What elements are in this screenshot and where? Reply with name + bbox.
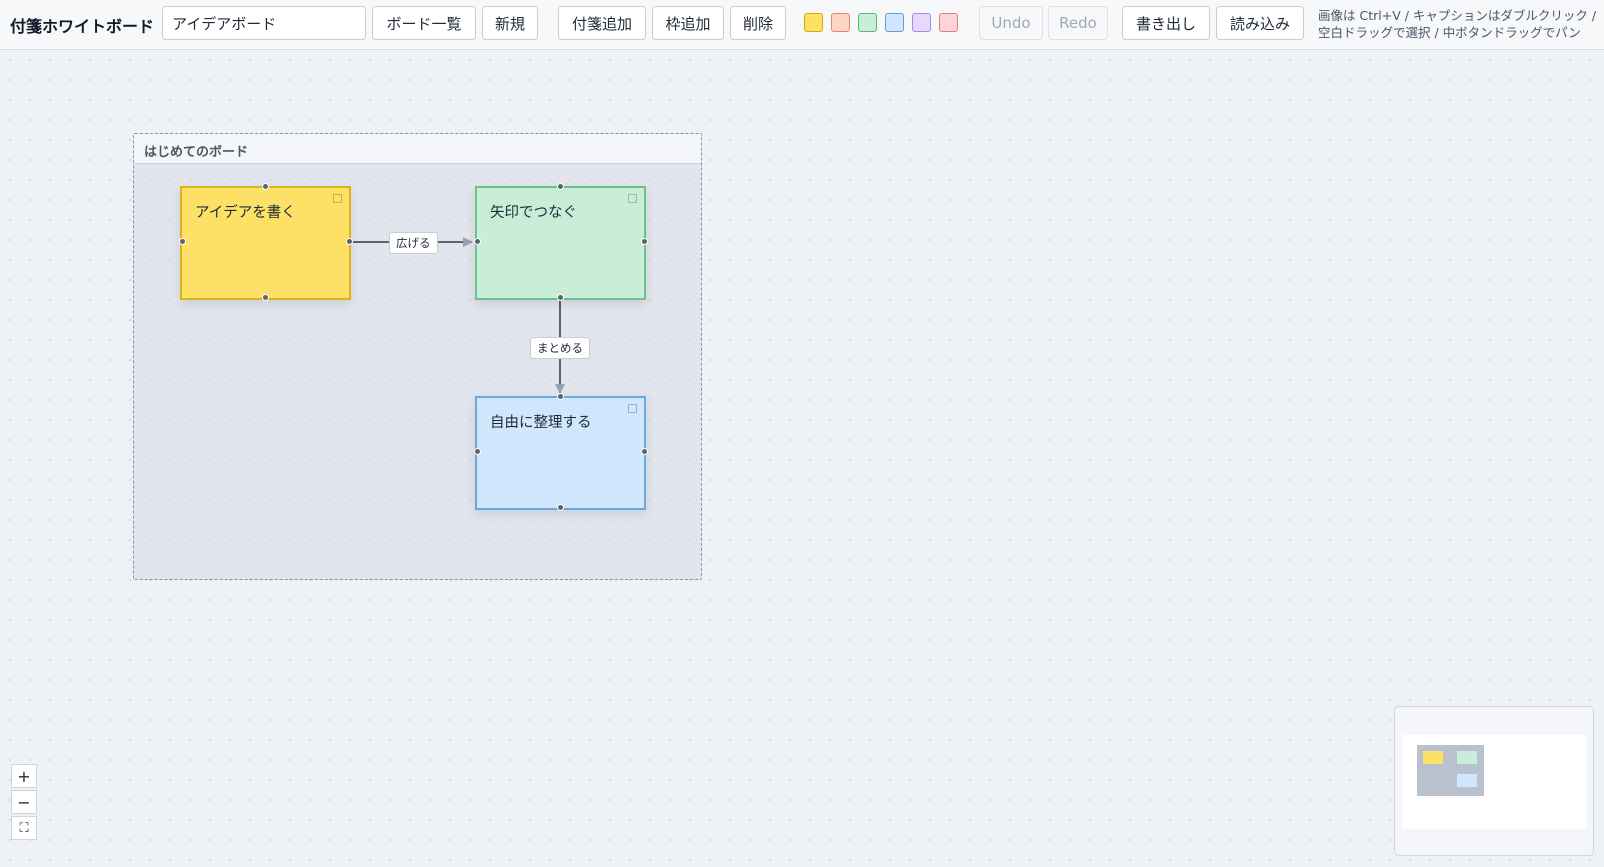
- export-button[interactable]: 書き出し: [1122, 6, 1210, 40]
- help-line-2: 空白ドラッグで選択 / 中ボタンドラッグでパン: [1318, 25, 1581, 40]
- connection-handle[interactable]: [262, 294, 269, 301]
- color-swatch-orange[interactable]: [831, 13, 850, 32]
- note-text[interactable]: アイデアを書く: [195, 201, 296, 222]
- redo-button[interactable]: Redo: [1048, 6, 1108, 40]
- color-swatch-pink[interactable]: [939, 13, 958, 32]
- connection-handle[interactable]: [557, 393, 564, 400]
- undo-button[interactable]: Undo: [979, 6, 1043, 40]
- connection-handle[interactable]: [557, 294, 564, 301]
- minimap-viewport: [1402, 735, 1586, 829]
- board-canvas[interactable]: はじめてのボード アイデアを書く 矢印でつなぐ 自由に整理する 広げる まとめる: [0, 50, 1604, 867]
- sticky-note[interactable]: 矢印でつなぐ: [475, 186, 646, 300]
- import-button[interactable]: 読み込み: [1216, 6, 1304, 40]
- color-swatch-yellow[interactable]: [804, 13, 823, 32]
- new-board-button[interactable]: 新規: [482, 6, 538, 40]
- delete-button[interactable]: 削除: [730, 6, 786, 40]
- frame-title[interactable]: はじめてのボード: [134, 134, 701, 164]
- toolbar: 付箋ホワイトボード ボード一覧 新規 付箋追加 枠追加 削除 Undo Redo…: [0, 0, 1604, 50]
- connection-handle[interactable]: [474, 448, 481, 455]
- zoom-out-button[interactable]: −: [11, 790, 37, 814]
- edge-label[interactable]: 広げる: [389, 232, 438, 254]
- connection-handle[interactable]: [557, 183, 564, 190]
- fit-view-icon[interactable]: ⛶: [11, 816, 37, 840]
- help-text: 画像は Ctrl+V / キャプションはダブルクリック / 空白ドラッグで選択 …: [1318, 7, 1596, 41]
- color-swatch-purple[interactable]: [912, 13, 931, 32]
- note-text[interactable]: 自由に整理する: [490, 411, 592, 432]
- connection-handle[interactable]: [474, 238, 481, 245]
- connection-handle[interactable]: [346, 238, 353, 245]
- minimap[interactable]: [1394, 706, 1594, 856]
- note-menu-icon[interactable]: [628, 194, 637, 203]
- note-menu-icon[interactable]: [333, 194, 342, 203]
- add-note-button[interactable]: 付箋追加: [558, 6, 646, 40]
- app-title: 付箋ホワイトボード: [10, 17, 155, 36]
- minimap-note: [1457, 774, 1477, 787]
- add-frame-button[interactable]: 枠追加: [652, 6, 724, 40]
- connection-handle[interactable]: [179, 238, 186, 245]
- sticky-note[interactable]: アイデアを書く: [180, 186, 351, 300]
- note-text[interactable]: 矢印でつなぐ: [490, 201, 577, 222]
- zoom-in-button[interactable]: +: [11, 764, 37, 788]
- edge-label[interactable]: まとめる: [530, 337, 590, 359]
- sticky-note[interactable]: 自由に整理する: [475, 396, 646, 510]
- board-name-input[interactable]: [162, 6, 366, 40]
- note-menu-icon[interactable]: [628, 404, 637, 413]
- minimap-note: [1457, 751, 1477, 764]
- connection-handle[interactable]: [262, 183, 269, 190]
- connection-handle[interactable]: [557, 504, 564, 511]
- minimap-note: [1423, 751, 1443, 764]
- board-list-button[interactable]: ボード一覧: [372, 6, 476, 40]
- help-line-1: 画像は Ctrl+V / キャプションはダブルクリック /: [1318, 8, 1597, 23]
- color-swatch-green[interactable]: [858, 13, 877, 32]
- connection-handle[interactable]: [641, 448, 648, 455]
- connection-handle[interactable]: [641, 238, 648, 245]
- color-swatch-blue[interactable]: [885, 13, 904, 32]
